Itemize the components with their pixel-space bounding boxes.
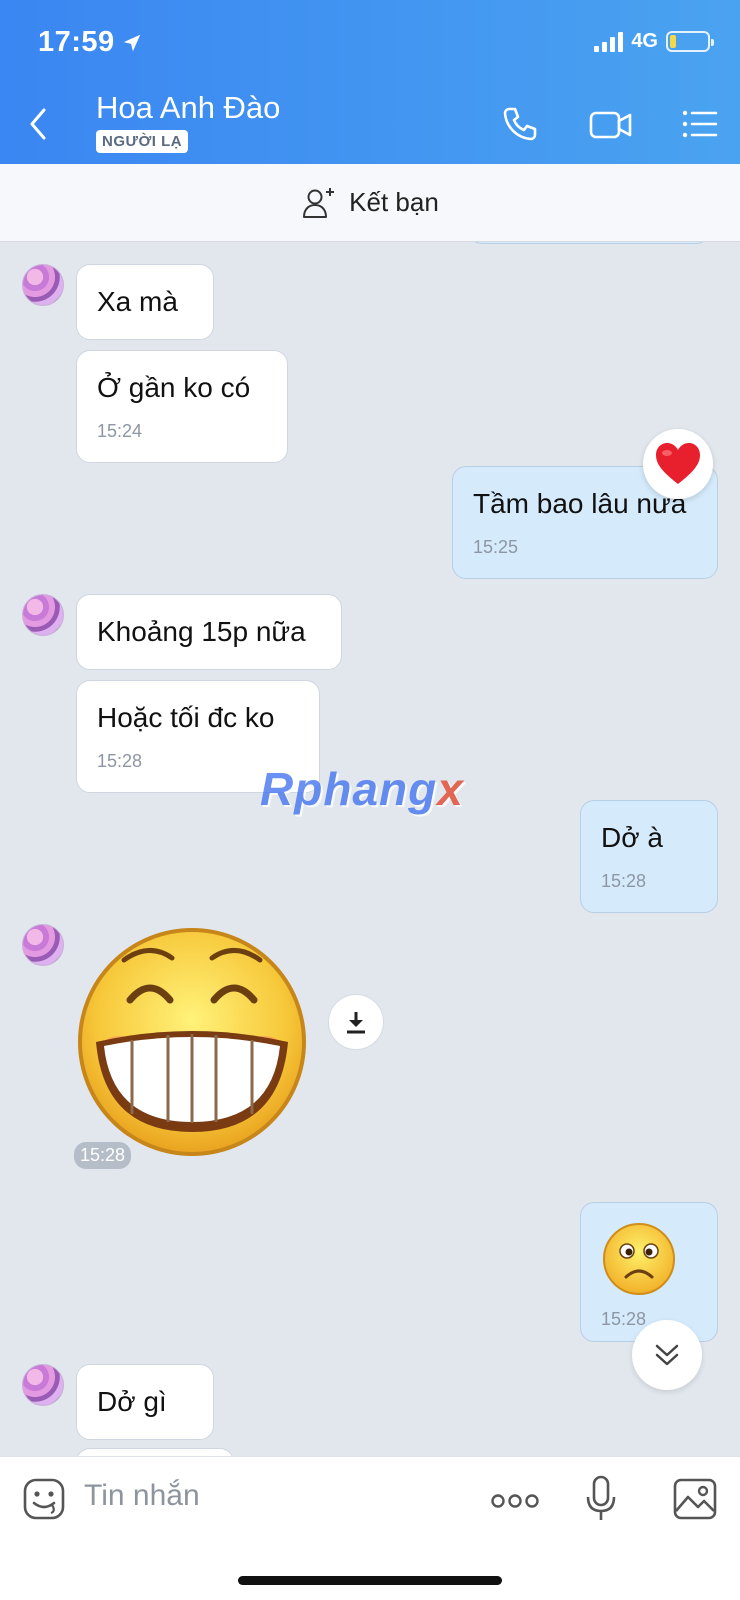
menu-list-icon[interactable] — [680, 104, 720, 144]
avatar[interactable] — [22, 1364, 64, 1406]
message-text: Tầm bao lâu nưa — [473, 488, 687, 519]
signal-icon — [594, 31, 624, 52]
image-gallery-icon[interactable] — [672, 1477, 718, 1521]
grinning-face-sticker[interactable] — [74, 924, 310, 1160]
avatar[interactable] — [22, 264, 64, 306]
video-call-icon[interactable] — [588, 104, 634, 144]
frowning-emoji — [603, 1223, 675, 1295]
message-text: Ở gần ko có — [97, 372, 251, 403]
message-time: 15:24 — [97, 420, 143, 441]
heart-reaction[interactable] — [643, 429, 713, 499]
double-chevron-down-icon — [655, 1344, 679, 1366]
more-options-icon[interactable] — [490, 1493, 540, 1509]
location-arrow-icon — [123, 34, 140, 51]
add-friend-button[interactable]: Kết bạn — [0, 164, 740, 242]
message-text: Hoặc tối đc ko — [97, 702, 275, 733]
avatar[interactable] — [22, 924, 64, 966]
stranger-badge: NGƯỜI LẠ — [96, 130, 189, 153]
sticker-picker-icon[interactable] — [22, 1477, 66, 1521]
message-bubble[interactable]: Xa mà — [76, 264, 214, 340]
status-time: 17:59 — [38, 26, 143, 59]
message-text: Dở gì — [97, 1386, 167, 1417]
message-list[interactable]: Xa mà Ở gần ko có 15:24 Tầm bao lâu nưa … — [0, 242, 740, 1456]
download-button[interactable] — [328, 994, 384, 1050]
message-text: Dở à — [601, 822, 663, 853]
message-text: Khoảng 15p nữa — [97, 616, 306, 647]
message-bubble[interactable]: Dở gì — [76, 1364, 214, 1440]
network-type: 4G — [631, 30, 658, 52]
message-bubble-partial — [468, 242, 710, 244]
message-bubble-partial — [76, 1448, 234, 1456]
message-time: 15:25 — [473, 536, 519, 557]
back-arrow-icon[interactable] — [24, 104, 54, 144]
message-bubble[interactable]: 15:28 — [580, 1202, 718, 1342]
message-input[interactable]: Tin nhắn — [84, 1479, 200, 1513]
avatar[interactable] — [22, 594, 64, 636]
status-indicators: 4G — [594, 30, 714, 53]
message-bubble[interactable]: Dở à 15:28 — [580, 800, 718, 914]
add-friend-label: Kết bạn — [349, 187, 439, 217]
phone-call-icon[interactable] — [500, 104, 540, 144]
chat-header: 17:59 4G Hoa Anh Đào NGƯỜI LẠ — [0, 0, 740, 164]
message-bubble[interactable]: Ở gần ko có 15:24 — [76, 350, 288, 464]
watermark-logo: Rphangx — [260, 763, 464, 815]
message-time: 15:28 — [74, 1142, 132, 1169]
download-icon — [347, 1012, 365, 1034]
heart-icon — [656, 443, 700, 484]
home-indicator[interactable] — [238, 1576, 502, 1585]
add-friend-icon — [303, 187, 335, 218]
battery-icon — [666, 31, 714, 52]
clock-text: 17:59 — [38, 26, 115, 58]
scroll-to-bottom-button[interactable] — [632, 1320, 702, 1390]
message-text: Xa mà — [97, 286, 178, 317]
contact-name[interactable]: Hoa Anh Đào — [96, 90, 280, 126]
microphone-icon[interactable] — [584, 1475, 618, 1523]
message-time: 15:28 — [601, 870, 647, 891]
message-bubble[interactable]: Khoảng 15p nữa — [76, 594, 342, 670]
